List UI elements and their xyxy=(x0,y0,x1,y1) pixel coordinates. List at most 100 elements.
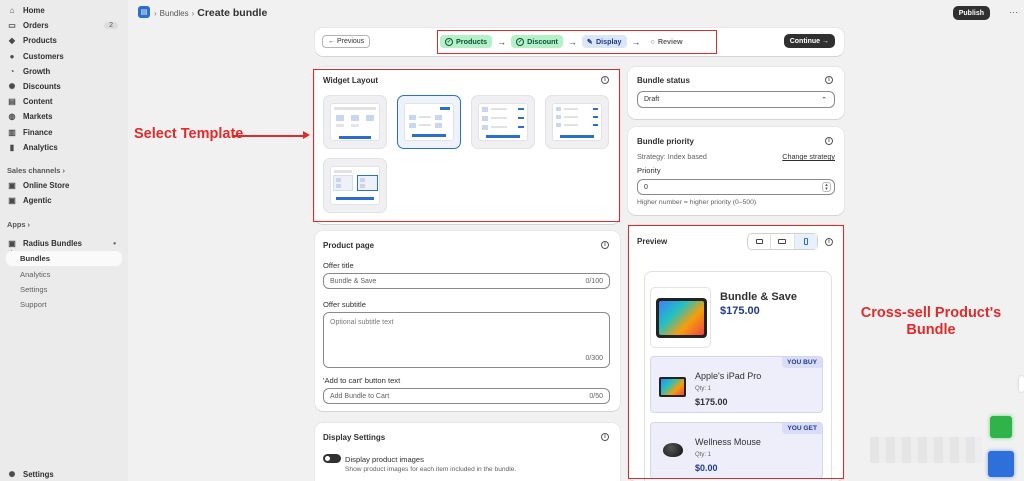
steps-highlight-box xyxy=(437,30,717,54)
sidebar-item-settings[interactable]: ✺ Settings xyxy=(0,467,128,481)
priority-value: 0 xyxy=(644,183,648,191)
bundle-status-select[interactable]: Draft ⌃ xyxy=(637,91,835,108)
sidebar-subitem-support[interactable]: Support xyxy=(0,297,128,312)
channel-list: ▣ Online Store ▣ Agentic xyxy=(0,178,128,208)
priority-help: Higher number = higher priority (0–500) xyxy=(637,199,757,206)
product-page-card: Product page i Offer title Bundle & Save… xyxy=(315,231,620,411)
stepper-icon[interactable]: ▴ ▾ xyxy=(822,182,831,192)
sidebar-item-customers[interactable]: ● Customers xyxy=(0,49,128,64)
sidebar-item-analytics[interactable]: ▮ Analytics xyxy=(0,140,128,155)
sidebar-item-orders[interactable]: ▭ Orders 2 xyxy=(0,18,128,33)
sidebar-subitem-bundles[interactable]: Bundles xyxy=(6,251,122,266)
offer-subtitle-label: Offer subtitle xyxy=(323,300,366,309)
sidebar-item-online-store[interactable]: ▣ Online Store xyxy=(0,178,128,193)
settings-label: Settings xyxy=(23,470,54,480)
topbar: ▤ › Bundles › Create bundle Publish ··· xyxy=(128,0,1024,26)
offer-subtitle-textarea[interactable]: Optional subtitle text 0/300 xyxy=(323,312,610,368)
app-label: Radius Bundles xyxy=(23,239,82,249)
annotation-arrow xyxy=(233,135,307,137)
sidebar-item-label: Analytics xyxy=(23,142,58,152)
chart-icon: ▮ xyxy=(9,142,15,152)
cart-button-text-label: 'Add to cart' button text xyxy=(323,376,401,385)
gear-icon: ✺ xyxy=(8,470,16,480)
toggle-knob xyxy=(325,456,330,461)
sales-channels-heading[interactable]: Sales channels › xyxy=(0,164,72,176)
app-icon: ▣ xyxy=(8,239,16,249)
breadcrumb-separator-icon: › xyxy=(154,8,157,18)
select-chevron-icon: ⌃ xyxy=(821,96,827,104)
floating-green-badge-icon[interactable] xyxy=(990,416,1012,438)
bundle-status-title: Bundle status xyxy=(637,76,690,85)
sidebar-item-label: Content xyxy=(23,97,53,107)
info-icon[interactable]: i xyxy=(825,137,833,145)
breadcrumb: › Bundles › Create bundle xyxy=(154,7,267,19)
sidebar-item-agentic[interactable]: ▣ Agentic xyxy=(0,193,128,208)
home-icon: ⌂ xyxy=(9,6,15,16)
sidebar-item-markets[interactable]: ◍ Markets xyxy=(0,109,128,124)
annotation-arrowhead-icon xyxy=(303,131,310,139)
sidebar-item-growth[interactable]: ◔ Growth xyxy=(0,64,128,79)
count-badge: 2 xyxy=(104,22,118,30)
offer-title-counter: 0/100 xyxy=(585,277,603,285)
bundle-status-value: Draft xyxy=(644,96,660,103)
sidebar-item-content[interactable]: ▤ Content xyxy=(0,94,128,109)
offer-title-input[interactable]: Bundle & Save 0/100 xyxy=(323,273,610,289)
priority-label: Priority xyxy=(637,166,661,175)
sidebar-item-label: Online Store xyxy=(23,181,70,191)
tag-icon: ◆ xyxy=(8,36,16,46)
sidebar-item-radius-bundles[interactable]: ▣ Radius Bundles • xyxy=(0,236,128,251)
bundle-priority-title: Bundle priority xyxy=(637,137,694,146)
sidebar-item-label: Products xyxy=(23,36,57,46)
breadcrumb-bundles-link[interactable]: Bundles xyxy=(160,9,189,18)
sidebar-item-label: Orders xyxy=(23,21,49,31)
sidebar-item-label: Markets xyxy=(23,112,53,122)
display-settings-title: Display Settings xyxy=(323,433,386,442)
display-images-toggle[interactable] xyxy=(323,454,341,463)
sidebar-item-finance[interactable]: ▥ Finance xyxy=(0,125,128,140)
sidebar-subitem-analytics[interactable]: Analytics xyxy=(0,267,128,282)
offer-title-value: Bundle & Save xyxy=(330,277,377,285)
change-strategy-link[interactable]: Change strategy xyxy=(782,152,835,161)
app-pin-dot: • xyxy=(113,239,116,249)
widget-layout-highlight-box xyxy=(313,69,620,222)
bundle-priority-card: Bundle priority i Strategy: Index based … xyxy=(628,127,844,215)
info-icon[interactable]: i xyxy=(825,76,833,84)
offer-subtitle-placeholder: Optional subtitle text xyxy=(330,319,394,326)
continue-button[interactable]: Continue → xyxy=(783,34,835,48)
app-logo-icon: ▤ xyxy=(138,6,150,18)
app-subnav: Bundles Analytics Settings Support xyxy=(0,251,128,312)
sidebar-item-label: Customers xyxy=(23,51,64,61)
floating-chat-icon[interactable] xyxy=(988,451,1014,477)
publish-button[interactable]: Publish xyxy=(952,6,990,20)
info-icon[interactable]: i xyxy=(601,433,609,441)
sidebar-item-home[interactable]: ⌂ Home xyxy=(0,3,128,18)
sidebar-item-discounts[interactable]: ✺ Discounts xyxy=(0,79,128,94)
scroll-handle[interactable] xyxy=(1019,376,1024,392)
info-icon[interactable]: i xyxy=(601,241,609,249)
bundle-status-card: Bundle status i Draft ⌃ xyxy=(628,67,844,119)
offer-subtitle-counter: 0/300 xyxy=(585,355,603,362)
cross-sell-annotation: Cross-sell Product's Bundle xyxy=(860,305,1002,338)
sidebar-item-label: Finance xyxy=(23,127,53,137)
strategy-text: Strategy: Index based xyxy=(637,152,707,161)
sidebar-item-products[interactable]: ◆ Products xyxy=(0,33,128,48)
discount-icon: ✺ xyxy=(8,82,16,92)
priority-input[interactable]: 0 ▴ ▾ xyxy=(637,179,835,195)
offer-title-label: Offer title xyxy=(323,261,354,270)
sidebar-subitem-settings[interactable]: Settings xyxy=(0,282,128,297)
sidebar-item-label: Growth xyxy=(23,66,51,76)
apps-heading[interactable]: Apps › xyxy=(0,218,37,230)
bank-icon: ▥ xyxy=(8,127,16,137)
globe-icon: ◍ xyxy=(8,112,16,122)
cart-button-text-input[interactable]: Add Bundle to Cart 0/50 xyxy=(323,388,610,404)
page-title: Create bundle xyxy=(197,7,268,19)
previous-button[interactable]: ← Previous xyxy=(322,35,371,48)
store-icon: ▣ xyxy=(8,181,16,191)
more-actions-icon[interactable]: ··· xyxy=(1009,7,1018,17)
inbox-icon: ▭ xyxy=(8,21,16,31)
display-settings-card: Display Settings i Display product image… xyxy=(315,423,620,481)
breadcrumb-separator-icon: › xyxy=(191,8,195,18)
product-page-title: Product page xyxy=(323,241,375,250)
display-images-help: Show product images for each item includ… xyxy=(345,466,517,473)
sidebar-item-label: Agentic xyxy=(23,196,52,206)
